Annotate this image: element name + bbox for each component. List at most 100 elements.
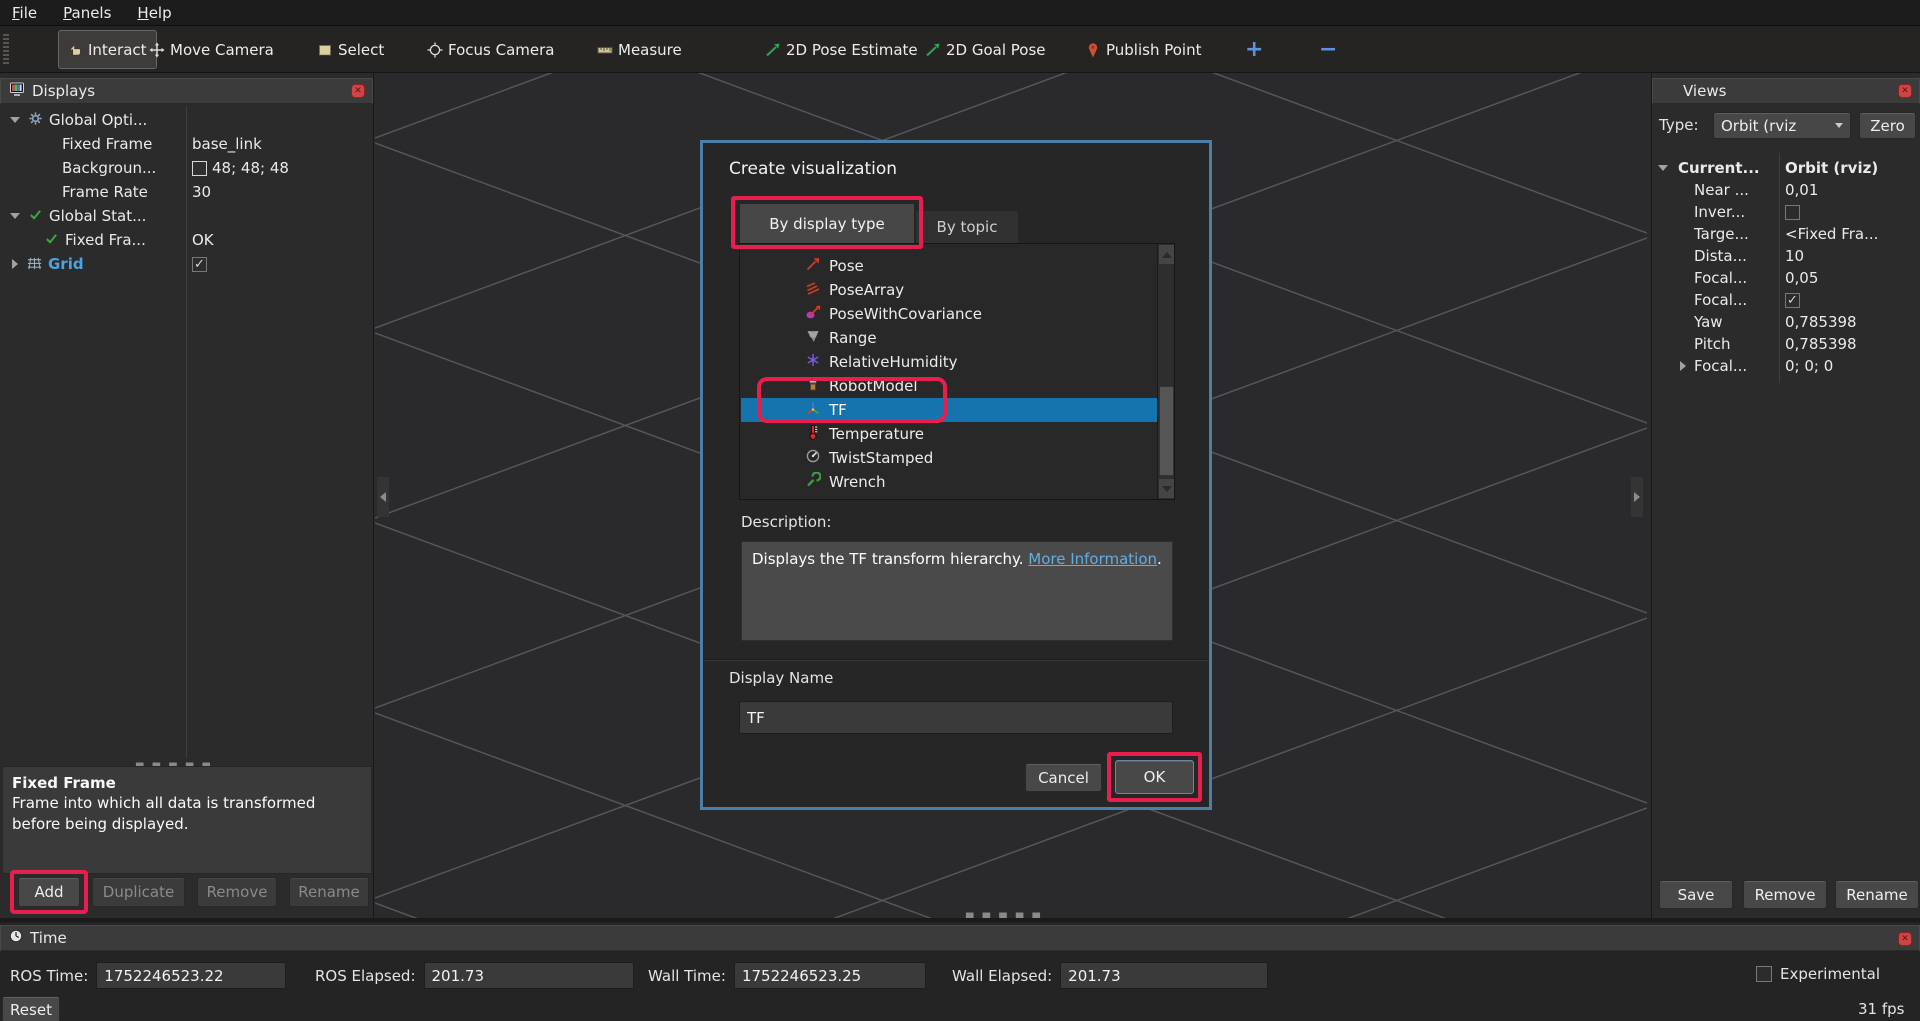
property-help-box: Fixed Frame Frame into which all data is…: [2, 766, 372, 874]
tool-focus-camera[interactable]: Focus Camera: [418, 30, 563, 69]
expander-right-icon[interactable]: [1680, 361, 1686, 371]
tab-by-topic[interactable]: By topic: [915, 210, 1019, 244]
expander-right-icon[interactable]: [12, 259, 18, 269]
list-item-pose[interactable]: Pose: [741, 254, 1158, 278]
tree-row-global-status[interactable]: Global Stat...: [0, 204, 372, 228]
wall-elapsed-field: Wall Elapsed: 201.73: [952, 962, 1268, 989]
remove-display-button[interactable]: Remove: [197, 877, 277, 907]
description-label: Description:: [741, 513, 831, 531]
list-item-twiststamped[interactable]: TwistStamped: [741, 446, 1158, 470]
thermometer-icon: [805, 424, 821, 444]
displays-panel: Displays Global Opti... Fixed Frame base…: [0, 73, 374, 918]
invert-checkbox[interactable]: [1785, 205, 1800, 220]
save-view-button[interactable]: Save: [1659, 880, 1733, 909]
view-row-focal-shape-size[interactable]: Focal... 0,05: [1652, 267, 1919, 289]
wall-elapsed-value[interactable]: 201.73: [1060, 962, 1268, 989]
collapse-right-panel-handle[interactable]: [1631, 477, 1643, 517]
tree-row-global-options[interactable]: Global Opti...: [0, 108, 372, 132]
close-icon[interactable]: [351, 84, 365, 98]
tab-by-display-type[interactable]: By display type: [739, 203, 915, 244]
close-icon[interactable]: [1898, 84, 1912, 98]
range-cone-icon: [805, 328, 821, 348]
view-row-near[interactable]: Near ... 0,01: [1652, 179, 1919, 201]
view-row-yaw[interactable]: Yaw 0,785398: [1652, 311, 1919, 333]
wall-time-value[interactable]: 1752246523.25: [734, 962, 926, 989]
description-box: Displays the TF transform hierarchy. Mor…: [741, 541, 1173, 641]
list-item-range[interactable]: Range: [741, 326, 1158, 350]
grid-enabled-checkbox[interactable]: [192, 257, 207, 272]
collapse-left-panel-handle[interactable]: [377, 477, 389, 517]
more-information-link[interactable]: More Information: [1028, 550, 1157, 568]
list-item-posewithcovariance[interactable]: PoseWithCovariance: [741, 302, 1158, 326]
frame-rate-value[interactable]: 30: [192, 183, 211, 201]
cancel-button[interactable]: Cancel: [1025, 763, 1102, 792]
list-item-temperature[interactable]: Temperature: [741, 422, 1158, 446]
color-swatch: [192, 161, 207, 176]
tool-2d-pose-estimate[interactable]: 2D Pose Estimate: [756, 30, 927, 69]
list-item-posearray[interactable]: PoseArray: [741, 278, 1158, 302]
view-type-dropdown[interactable]: Orbit (rviz: [1713, 112, 1851, 139]
reset-button[interactable]: Reset: [2, 996, 60, 1021]
list-item-relativehumidity[interactable]: RelativeHumidity: [741, 350, 1158, 374]
menu-help[interactable]: Help: [137, 4, 171, 22]
background-color-value[interactable]: 48; 48; 48: [192, 159, 289, 177]
list-item-tf[interactable]: TF: [741, 398, 1158, 422]
rviz-window: File Panels Help Interact Move Camera Se…: [0, 0, 1920, 1021]
remove-view-button[interactable]: Remove: [1743, 880, 1827, 909]
bottom-splitter-handle[interactable]: ■ ■ ■ ■ ■: [965, 905, 1043, 918]
view-row-current[interactable]: Current... Orbit (rviz): [1652, 157, 1919, 179]
view-row-distance[interactable]: Dista... 10: [1652, 245, 1919, 267]
tree-row-frame-rate[interactable]: Frame Rate 30: [0, 180, 372, 204]
ros-elapsed-value[interactable]: 201.73: [424, 962, 634, 989]
ros-time-value[interactable]: 1752246523.22: [96, 962, 286, 989]
zero-button[interactable]: Zero: [1859, 112, 1916, 139]
humidity-icon: [805, 352, 821, 372]
duplicate-display-button[interactable]: Duplicate: [92, 877, 185, 907]
check-icon: [44, 231, 59, 250]
menu-file[interactable]: File: [12, 4, 37, 22]
tool-move-camera[interactable]: Move Camera: [140, 30, 283, 69]
ok-button[interactable]: OK: [1115, 760, 1194, 794]
tree-row-grid[interactable]: Grid: [0, 252, 372, 276]
expander-down-icon[interactable]: [10, 213, 20, 219]
tool-measure[interactable]: Measure: [588, 30, 691, 69]
view-row-pitch[interactable]: Pitch 0,785398: [1652, 333, 1919, 355]
scroll-down-icon[interactable]: [1159, 479, 1174, 498]
focal-shape-checkbox[interactable]: [1785, 293, 1800, 308]
rename-view-button[interactable]: Rename: [1835, 880, 1919, 909]
tree-row-fixed-frame-status[interactable]: Fixed Fra... OK: [0, 228, 372, 252]
display-name-input[interactable]: [739, 701, 1173, 734]
experimental-checkbox[interactable]: [1756, 966, 1772, 982]
add-tool-button[interactable]: +: [1236, 30, 1272, 69]
experimental-field: Experimental: [1756, 965, 1880, 983]
toolbar-drag-handle[interactable]: [3, 34, 9, 64]
tree-row-fixed-frame[interactable]: Fixed Frame base_link: [0, 132, 372, 156]
view-row-invert[interactable]: Inver...: [1652, 201, 1919, 223]
expander-down-icon[interactable]: [1658, 165, 1668, 171]
fixed-frame-value[interactable]: base_link: [192, 135, 262, 153]
add-display-button[interactable]: Add: [18, 877, 80, 907]
view-row-focal-point[interactable]: Focal... 0; 0; 0: [1652, 355, 1919, 377]
list-scrollbar[interactable]: [1157, 244, 1174, 499]
views-panel-header[interactable]: Views: [1652, 78, 1920, 104]
scrollbar-thumb[interactable]: [1159, 386, 1174, 476]
expander-down-icon[interactable]: [10, 117, 20, 123]
scroll-up-icon[interactable]: [1159, 245, 1174, 264]
list-item-robotmodel[interactable]: RobotModel: [741, 374, 1158, 398]
time-panel-header[interactable]: Time: [0, 925, 1920, 951]
tree-row-background-color[interactable]: Backgroun... 48; 48; 48: [0, 156, 372, 180]
view-row-focal-shape-fixed[interactable]: Focal...: [1652, 289, 1919, 311]
remove-tool-button[interactable]: −: [1310, 30, 1346, 69]
status-value: OK: [192, 231, 214, 249]
rename-display-button[interactable]: Rename: [289, 877, 369, 907]
tool-select[interactable]: Select: [308, 30, 393, 69]
close-icon[interactable]: [1898, 932, 1912, 946]
displays-panel-header[interactable]: Displays: [0, 78, 373, 104]
tool-2d-goal-pose[interactable]: 2D Goal Pose: [916, 30, 1055, 69]
list-item-wrench[interactable]: Wrench: [741, 470, 1158, 494]
chevron-left-icon: [380, 492, 386, 502]
view-row-target[interactable]: Targe... <Fixed Fra...: [1652, 223, 1919, 245]
pose-icon: [805, 256, 821, 276]
tool-publish-point[interactable]: Publish Point: [1076, 30, 1210, 69]
menu-panels[interactable]: Panels: [63, 4, 111, 22]
